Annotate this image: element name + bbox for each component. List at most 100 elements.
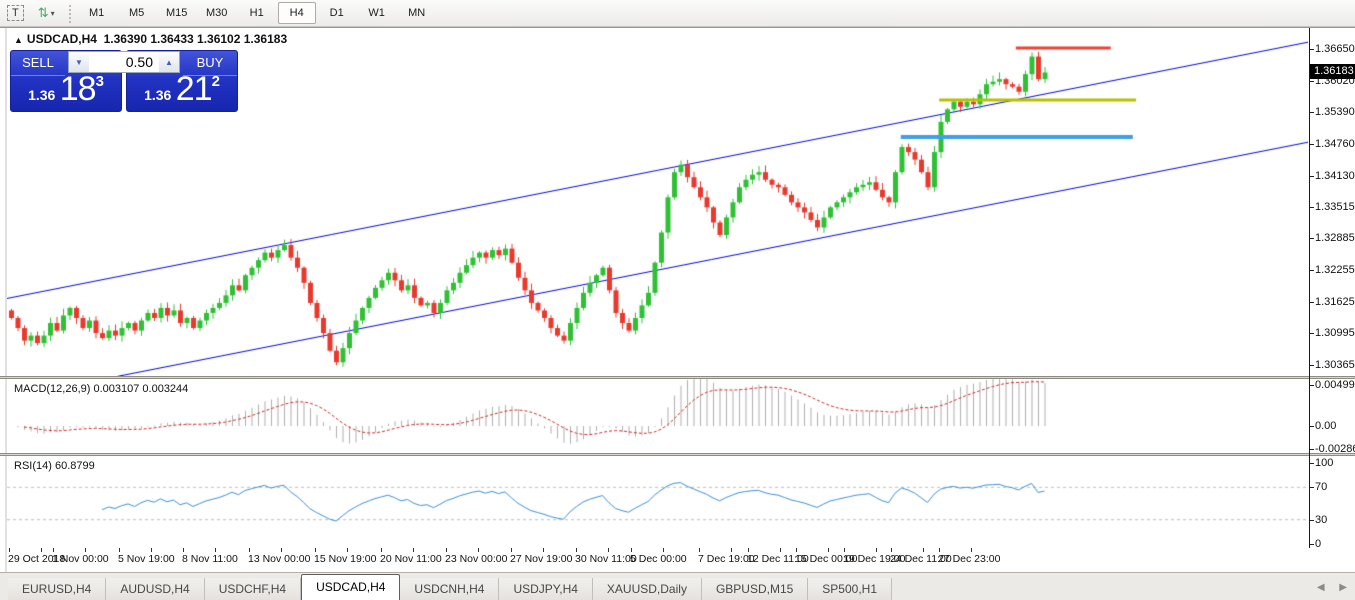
volume-input[interactable] [89,52,159,72]
time-axis-tick [215,548,216,552]
price-scale-tick-label: 1.36650 [1315,43,1355,55]
time-axis-label: 15 Nov 19:00 [314,553,377,565]
symbol-marker-icon: ▲ [14,35,23,45]
panel-splitter[interactable] [0,376,1355,379]
timeframe-button-m30[interactable]: M30 [198,2,236,24]
tab-gbpusd-m15[interactable]: GBPUSD,M15 [701,578,809,600]
macd-scale-tick [1310,449,1314,451]
time-axis-tick [748,548,749,552]
time-axis-tick [478,548,479,552]
timeframe-button-h1[interactable]: H1 [238,2,276,24]
time-axis-label: 13 Nov 00:00 [248,553,311,565]
time-axis-tick [315,548,316,552]
rsi-scale-tick [1310,544,1314,545]
symbol-tab-bar: EURUSD,H4 AUDUSD,H4 USDCHF,H4 USDCAD,H4 USDC… [0,572,1355,600]
time-axis-tick [891,548,892,552]
time-axis-tick [511,548,512,552]
time-axis-tick [413,548,414,552]
tab-eurusd-h4[interactable]: EURUSD,H4 [8,578,107,600]
time-axis-tick [576,548,577,552]
time-axis-tick [731,548,732,552]
time-axis-tick [183,548,184,552]
rsi-scale-tick-label: 0 [1315,538,1322,550]
time-axis-tick [281,548,282,552]
time-axis-tick [780,548,781,552]
price-scale-tick-label: 1.34130 [1315,169,1355,182]
time-axis-label: 8 Nov 11:00 [182,553,238,565]
chevron-down-icon: ▾ [50,8,55,18]
time-axis-tick [53,548,54,552]
rsi-indicator-canvas[interactable] [7,456,1308,548]
time-axis-tick [381,548,382,552]
volume-increase-button[interactable]: ▲ [159,52,179,72]
time-axis-label: 5 Nov 19:00 [118,553,175,565]
ask-price-point: 2 [211,73,220,90]
time-axis-tick [347,548,348,552]
tab-scroll-left-icon[interactable]: ◀ [1317,582,1325,593]
time-axis-tick [663,548,664,552]
panel-splitter[interactable] [0,453,1355,456]
rsi-scale-tick [1310,487,1314,489]
price-scale-tick [1310,144,1314,146]
rsi-scale-tick-label: 30 [1315,513,1328,526]
timeframe-button-w1[interactable]: W1 [358,2,396,24]
price-scale-tick-label: 1.30995 [1315,327,1355,340]
time-axis-tick [923,548,924,552]
time-axis-tick [844,548,845,552]
rsi-scale-tick [1310,519,1314,521]
tab-audusd-h4[interactable]: AUDUSD,H4 [106,578,205,600]
tab-usdcnh-h4[interactable]: USDCNH,H4 [400,578,500,600]
time-axis-tick [543,548,544,552]
time-axis-tick [446,548,447,552]
time-axis-tick [608,548,609,552]
time-axis-tick [631,548,632,552]
time-axis-tick [249,548,250,552]
top-toolbar: T ⇅ ▾ M1 M5 M15 M30 H1 H4 D1 W1 MN [0,0,1355,27]
timeframe-button-group: M1 M5 M15 M30 H1 H4 D1 W1 MN [77,2,437,24]
price-scale-tick-label: 1.33515 [1315,200,1355,213]
timeframe-button-h4[interactable]: H4 [277,2,316,24]
macd-scale-tick-label: 0.00 [1315,420,1337,432]
arrows-tool-button[interactable]: ⇅ ▾ [32,2,61,24]
time-axis-tick [41,548,42,552]
timeframe-button-m5[interactable]: M5 [118,2,156,24]
ask-price-pips: 21 [175,70,213,108]
chart-title: ▲ USDCAD,H4 1.36390 1.36433 1.36102 1.361… [14,32,287,46]
time-axis-label: 23 Nov 00:00 [445,553,508,565]
time-axis-label: 5 Dec 00:00 [630,553,687,565]
tab-xauusd-daily[interactable]: XAUUSD,Daily [592,578,702,600]
tab-scroll-right-icon[interactable]: ▶ [1339,582,1347,593]
timeframe-button-m1[interactable]: M1 [78,2,116,24]
text-tool-button[interactable]: T [1,2,30,24]
price-scale-tick-label: 1.34760 [1315,138,1355,151]
timeframe-button-mn[interactable]: MN [398,2,436,24]
price-scale-tick [1310,301,1314,303]
tab-usdchf-h4[interactable]: USDCHF,H4 [204,578,302,600]
chart-symbol-label: USDCAD,H4 [26,32,97,46]
price-scale-tick [1310,175,1314,177]
chart-ohlc-values: 1.36390 1.36433 1.36102 1.36183 [103,32,288,46]
time-axis-tick [971,548,972,552]
time-axis-label: 27 Nov 19:00 [510,553,573,565]
time-axis-label: 1 Nov 00:00 [52,553,109,565]
price-scale-tick-label: 1.36020 [1315,74,1355,87]
price-scale-tick [1310,238,1314,240]
tab-scroll-buttons: ◀ ▶ [1305,582,1347,593]
timeframe-button-m15[interactable]: M15 [158,2,196,24]
time-axis-tick [699,548,700,552]
price-scale-tick-label: 1.32255 [1315,263,1355,276]
volume-decrease-button[interactable]: ▼ [69,52,89,72]
time-axis-tick [119,548,120,552]
tab-usdjpy-h4[interactable]: USDJPY,H4 [499,578,593,600]
price-scale-tick [1310,112,1314,114]
bid-price-point: 3 [95,73,104,90]
timeframe-button-d1[interactable]: D1 [318,2,356,24]
price-scale-tick [1310,365,1314,366]
rsi-scale-tick [1310,463,1314,464]
macd-indicator-canvas[interactable] [7,379,1308,453]
tab-sp500-h1[interactable]: SP500,H1 [808,578,892,600]
trading-terminal: T ⇅ ▾ M1 M5 M15 M30 H1 H4 D1 W1 MN ▲ USDCAD,H4 1.… [0,0,1355,600]
price-scale-tick [1310,333,1314,335]
tab-usdcad-h4[interactable]: USDCAD,H4 [301,574,401,600]
toolbar-separator [65,3,73,23]
